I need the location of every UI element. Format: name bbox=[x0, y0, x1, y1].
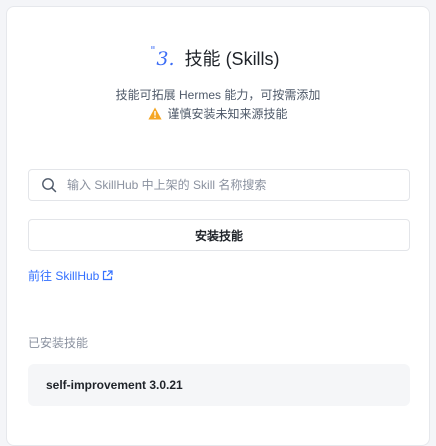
installed-skill-label: self-improvement 3.0.21 bbox=[46, 378, 183, 392]
goto-skillhub-label: 前往 SkillHub bbox=[28, 269, 100, 283]
skills-description: 技能可拓展 Hermes 能力，可按需添加 bbox=[115, 88, 321, 102]
step-title: " 3. 技能 (Skills) bbox=[7, 44, 429, 71]
installed-skill-item[interactable]: self-improvement 3.0.21 bbox=[28, 364, 410, 406]
external-link-icon bbox=[103, 270, 113, 281]
warning-triangle-icon bbox=[148, 107, 163, 120]
skills-panel: " 3. 技能 (Skills) 技能可拓展 Hermes 能力，可按需添加 谨… bbox=[6, 6, 430, 446]
step-quote: " bbox=[150, 44, 156, 57]
step-number-text: 3. bbox=[156, 48, 175, 70]
goto-skillhub-link[interactable]: 前往 SkillHub bbox=[28, 267, 113, 284]
skill-search-box[interactable] bbox=[28, 169, 410, 201]
page-title: 技能 (Skills) bbox=[184, 49, 280, 69]
step-number: " 3. bbox=[150, 44, 175, 70]
warning-text: 谨慎安装未知来源技能 bbox=[167, 107, 288, 121]
installed-skills-heading: 已安装技能 bbox=[28, 336, 89, 350]
search-icon bbox=[42, 178, 57, 193]
skill-search-input[interactable] bbox=[67, 178, 409, 192]
install-skill-button[interactable]: 安装技能 bbox=[28, 219, 410, 251]
warning-notice: 谨慎安装未知来源技能 bbox=[7, 105, 429, 122]
